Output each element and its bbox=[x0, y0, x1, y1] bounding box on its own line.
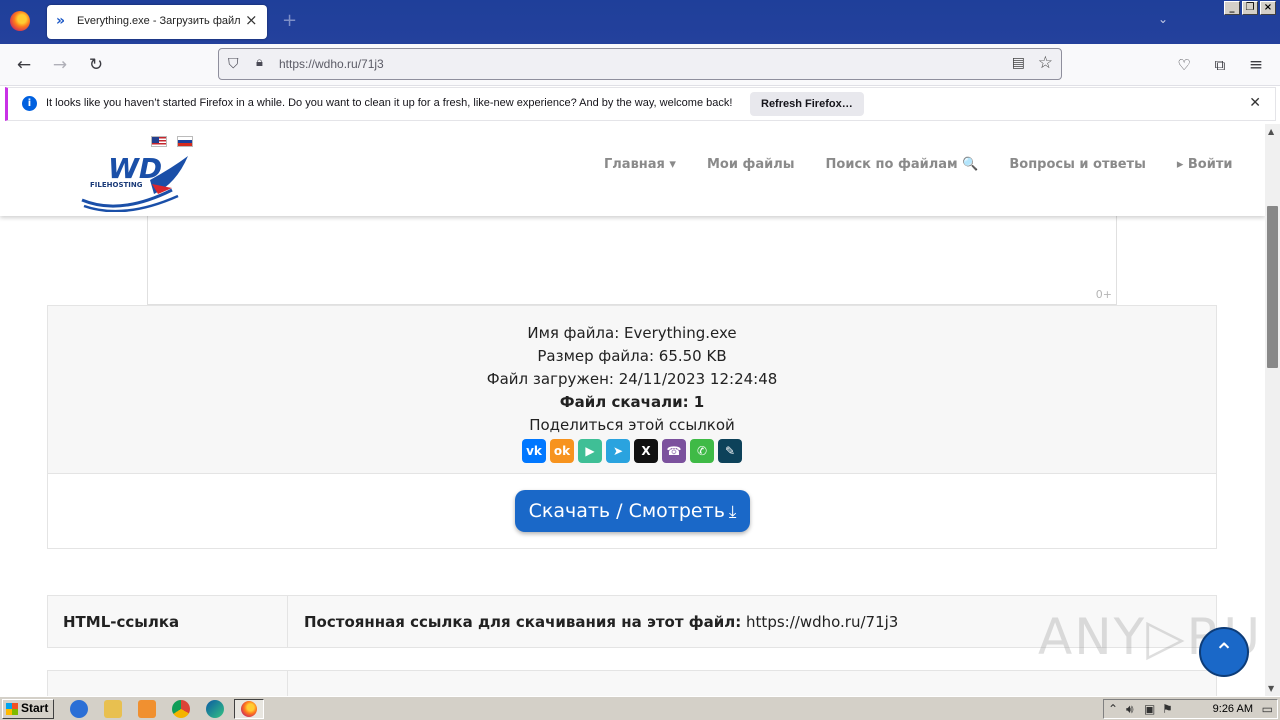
site-header: WD FILEHOSTING Главная ▾ Мои файлы Поиск… bbox=[0, 124, 1265, 216]
share-buttons: vk ok ▶ ➤ X ☎ ✆ ✎ bbox=[48, 439, 1216, 463]
english-flag-icon[interactable] bbox=[151, 136, 167, 147]
tab-title: Everything.exe - Загрузить файл bbox=[77, 15, 241, 27]
reader-view-icon[interactable]: ▤ bbox=[1012, 55, 1025, 71]
notification-close-icon[interactable]: ✕ bbox=[1249, 95, 1261, 111]
edge-icon[interactable] bbox=[206, 700, 224, 718]
ie-icon[interactable] bbox=[70, 700, 88, 718]
scroll-up-icon[interactable]: ▲ bbox=[1268, 127, 1274, 136]
share-telegram-icon[interactable]: ➤ bbox=[606, 439, 630, 463]
firefox-taskbar-button[interactable] bbox=[234, 699, 264, 719]
browser-tab-active[interactable]: » Everything.exe - Загрузить файл × bbox=[47, 5, 267, 39]
windows-taskbar: Start ⌃ 🔊︎ ▣ ⚑ 9:26 AM ▭ bbox=[0, 696, 1280, 720]
share-viber-icon[interactable]: ☎ bbox=[662, 439, 686, 463]
page-content: WD FILEHOSTING Главная ▾ Мои файлы Поиск… bbox=[0, 124, 1265, 696]
download-button-label: Скачать / Смотреть bbox=[528, 500, 725, 522]
system-tray: ⌃ 🔊︎ ▣ ⚑ 9:26 AM ▭ bbox=[1103, 699, 1278, 719]
russian-flag-icon[interactable] bbox=[177, 136, 193, 147]
share-yandex-messenger-icon[interactable]: ▶ bbox=[578, 439, 602, 463]
url-text[interactable]: https://wdho.ru/71j3 bbox=[279, 57, 384, 71]
browser-nav-bar: ← → ↻ ⛉ 🔒︎ https://wdho.ru/71j3 ▤ ☆ ♡ ⧉ … bbox=[0, 44, 1280, 86]
address-bar[interactable]: ⛉ 🔒︎ https://wdho.ru/71j3 ▤ ☆ bbox=[218, 48, 1062, 80]
row-key bbox=[48, 671, 288, 696]
show-desktop-icon[interactable]: ▭ bbox=[1262, 702, 1273, 716]
download-panel: Скачать / Смотреть ⤓ bbox=[47, 474, 1217, 549]
media-player-icon[interactable] bbox=[138, 700, 156, 718]
share-vk-icon[interactable]: vk bbox=[522, 439, 546, 463]
chrome-icon[interactable] bbox=[172, 700, 190, 718]
menu-item-login[interactable]: ▸ Войти bbox=[1177, 157, 1233, 172]
menu-item-my-files[interactable]: Мои файлы bbox=[707, 157, 795, 172]
scroll-down-icon[interactable]: ▼ bbox=[1268, 684, 1274, 693]
permanent-link[interactable]: https://wdho.ru/71j3 bbox=[746, 613, 898, 631]
tab-favicon-icon: » bbox=[56, 13, 66, 29]
lock-icon[interactable]: 🔒︎ bbox=[256, 55, 263, 70]
back-arrow-icon[interactable]: ← bbox=[11, 53, 37, 77]
logo-subtitle: FILEHOSTING bbox=[90, 181, 143, 189]
info-icon: i bbox=[22, 96, 37, 111]
notification-message: It looks like you haven’t started Firefo… bbox=[46, 97, 733, 109]
ad-age-rating: 0+ bbox=[1095, 288, 1112, 301]
explorer-folder-icon[interactable] bbox=[104, 700, 122, 718]
share-odnoklassniki-icon[interactable]: ok bbox=[550, 439, 574, 463]
window-controls: _ ❐ × bbox=[1224, 1, 1276, 15]
bookmark-star-icon[interactable]: ☆ bbox=[1038, 53, 1053, 73]
share-label: Поделиться этой ссылкой bbox=[529, 416, 735, 434]
new-tab-plus-icon[interactable]: + bbox=[282, 10, 297, 31]
start-label: Start bbox=[21, 701, 49, 715]
row-label: Постоянная ссылка для скачивания на этот… bbox=[304, 613, 742, 631]
pocket-icon[interactable]: ♡ bbox=[1171, 53, 1197, 77]
notification-bar: i It looks like you haven’t started Fire… bbox=[5, 87, 1276, 121]
browser-tab-bar: » Everything.exe - Загрузить файл × + ⌄ … bbox=[0, 0, 1280, 44]
file-uploaded: Файл загружен: 24/11/2023 12:24:48 bbox=[486, 370, 778, 388]
restore-icon[interactable]: ❐ bbox=[1242, 1, 1258, 15]
page-scrollbar[interactable]: ▲ ▼ bbox=[1265, 124, 1280, 696]
minimize-icon[interactable]: _ bbox=[1224, 1, 1240, 15]
tray-expand-icon[interactable]: ⌃ bbox=[1108, 702, 1118, 716]
volume-icon[interactable]: 🔊︎ bbox=[1126, 702, 1134, 717]
menu-item-faq[interactable]: Вопросы и ответы bbox=[1009, 157, 1145, 172]
menu-item-home[interactable]: Главная ▾ bbox=[604, 157, 676, 172]
close-window-icon[interactable]: × bbox=[1260, 1, 1276, 15]
refresh-firefox-button[interactable]: Refresh Firefox… bbox=[750, 92, 864, 116]
reload-icon[interactable]: ↻ bbox=[83, 53, 109, 77]
action-center-flag-icon[interactable]: ⚑ bbox=[1162, 702, 1173, 716]
share-x-icon[interactable]: X bbox=[634, 439, 658, 463]
file-downloads: Файл скачали: 1 bbox=[559, 393, 705, 411]
network-icon[interactable]: ▣ bbox=[1144, 702, 1155, 716]
file-name: Имя файла: Everything.exe bbox=[527, 324, 737, 342]
windows-logo-icon bbox=[6, 703, 18, 715]
tracking-shield-icon[interactable]: ⛉ bbox=[228, 56, 239, 72]
download-button[interactable]: Скачать / Смотреть ⤓ bbox=[515, 490, 750, 532]
file-size: Размер файла: 65.50 KB bbox=[537, 347, 727, 365]
forward-arrow-icon[interactable]: → bbox=[47, 53, 73, 77]
wd-filehosting-logo[interactable]: WD FILEHOSTING bbox=[80, 150, 192, 212]
scrollbar-thumb[interactable] bbox=[1267, 206, 1278, 368]
menu-item-search[interactable]: Поиск по файлам 🔍 bbox=[826, 157, 979, 172]
clock[interactable]: 9:26 AM bbox=[1213, 703, 1253, 715]
share-whatsapp-icon[interactable]: ✆ bbox=[690, 439, 714, 463]
share-livejournal-icon[interactable]: ✎ bbox=[718, 439, 742, 463]
firefox-icon[interactable] bbox=[10, 11, 30, 31]
start-button[interactable]: Start bbox=[2, 699, 54, 719]
download-icon: ⤓ bbox=[728, 502, 737, 522]
tab-list-chevron-icon[interactable]: ⌄ bbox=[1158, 12, 1168, 26]
main-menu: Главная ▾ Мои файлы Поиск по файлам 🔍 Во… bbox=[604, 157, 1264, 172]
table-row bbox=[47, 670, 1217, 696]
row-key: HTML-ссылка bbox=[48, 596, 288, 647]
tab-close-icon[interactable]: × bbox=[245, 11, 258, 29]
file-info-panel: Имя файла: Everything.exe Размер файла: … bbox=[47, 305, 1217, 474]
extensions-icon[interactable]: ⧉ bbox=[1207, 53, 1233, 77]
hamburger-menu-icon[interactable]: ≡ bbox=[1243, 53, 1269, 77]
scroll-to-top-button[interactable]: ⌃ bbox=[1199, 627, 1249, 677]
firefox-icon bbox=[241, 701, 257, 717]
